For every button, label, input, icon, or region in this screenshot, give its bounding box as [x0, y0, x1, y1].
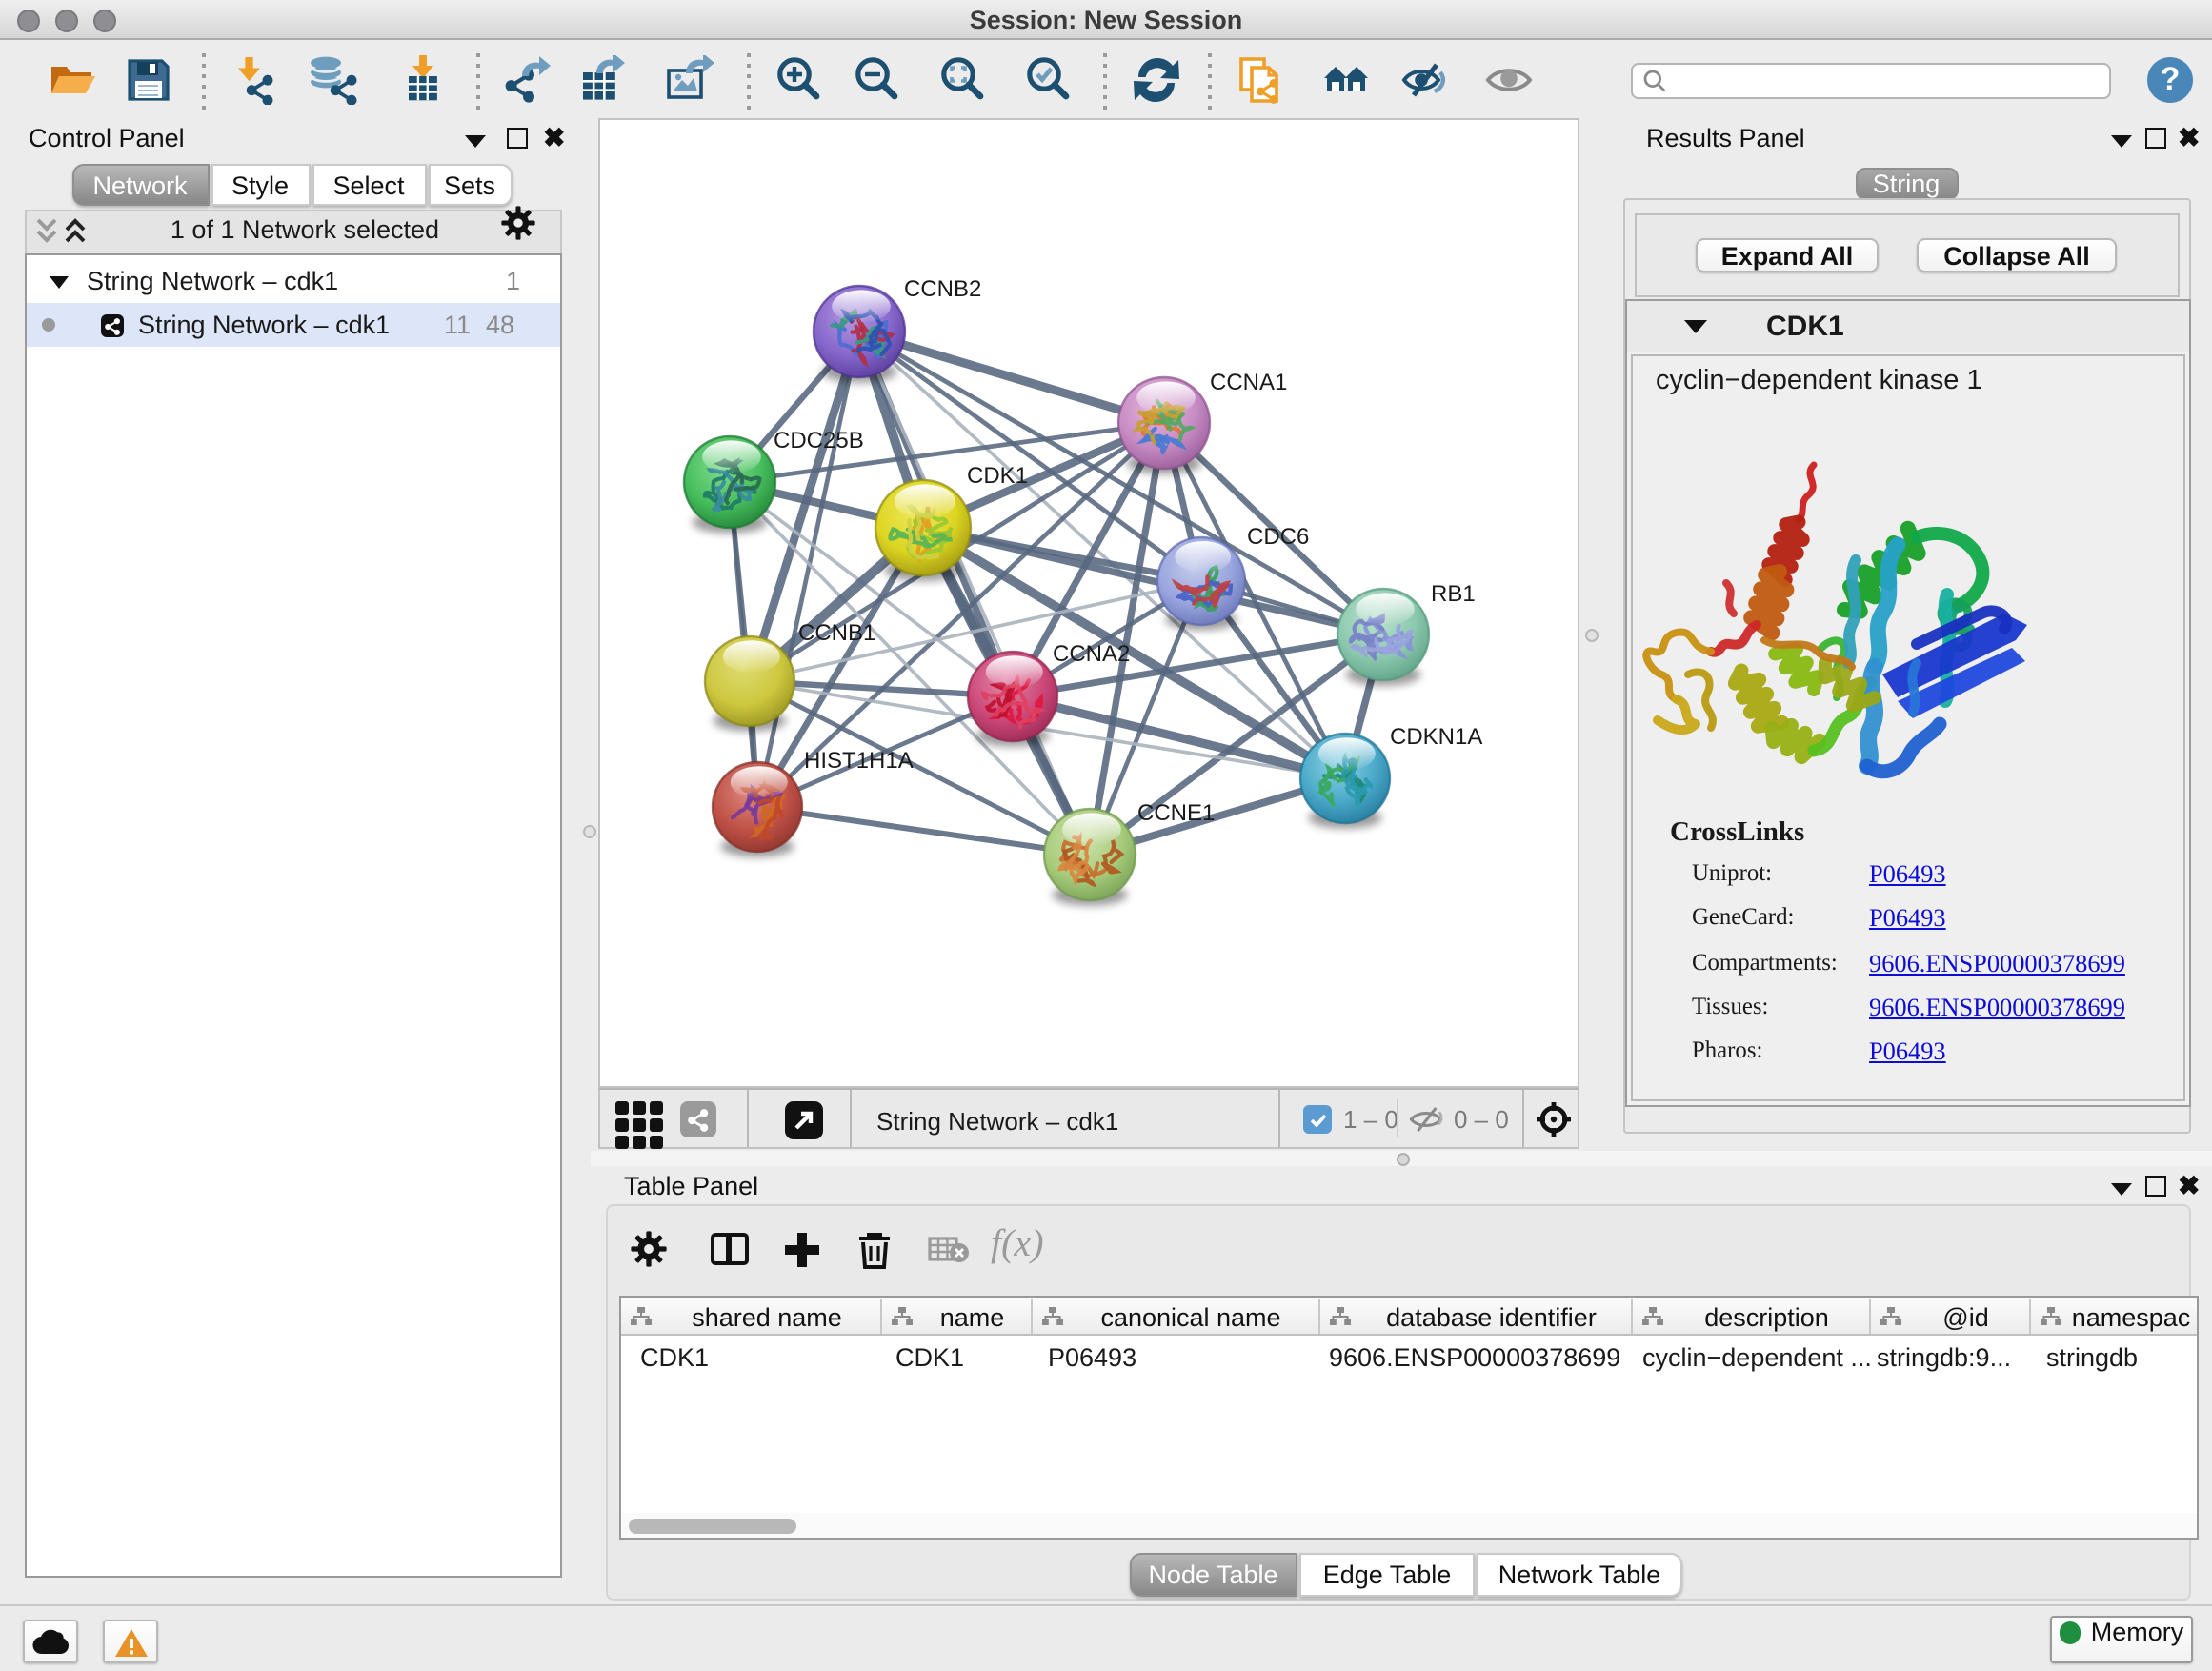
svg-text:RB1: RB1: [1431, 581, 1476, 607]
svg-text:CDKN1A: CDKN1A: [1390, 724, 1482, 750]
svg-text:HIST1H1A: HIST1H1A: [804, 748, 914, 774]
svg-text:CCNE1: CCNE1: [1137, 800, 1215, 826]
svg-text:CCNB1: CCNB1: [798, 620, 875, 646]
svg-text:CCNA2: CCNA2: [1053, 641, 1130, 667]
svg-text:CDK1: CDK1: [967, 463, 1028, 489]
svg-text:CCNB2: CCNB2: [904, 276, 981, 302]
svg-text:CDC25B: CDC25B: [774, 428, 864, 453]
svg-text:CDC6: CDC6: [1247, 524, 1309, 550]
svg-text:CCNA1: CCNA1: [1210, 370, 1287, 395]
